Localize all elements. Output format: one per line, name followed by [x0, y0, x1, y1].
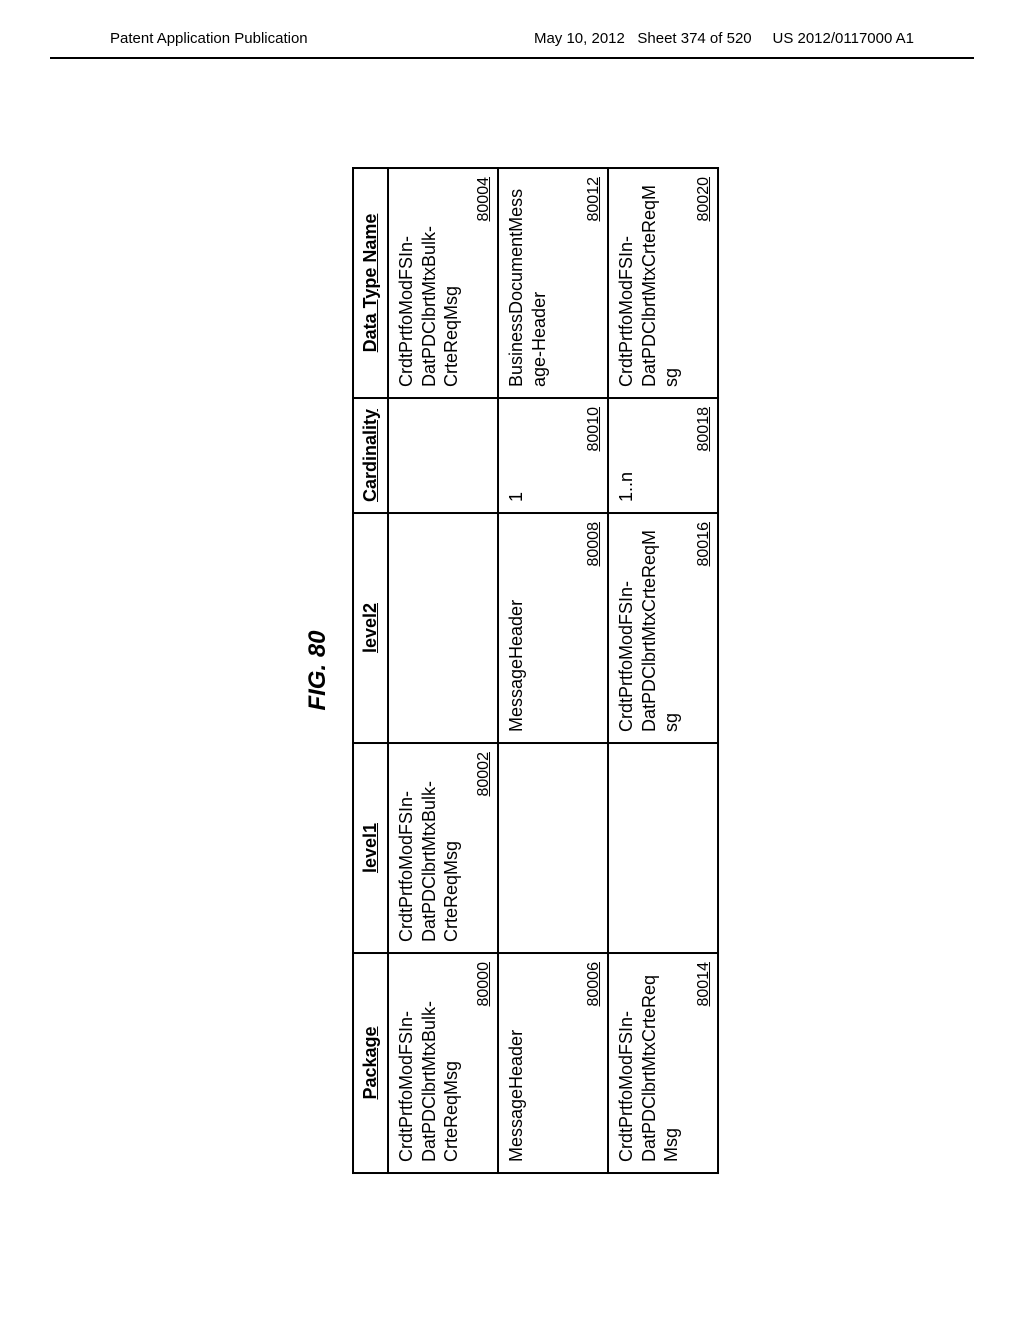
col-header-datatype: Data Type Name — [354, 167, 389, 397]
col-header-cardinality: Cardinality — [354, 397, 389, 512]
cell-text: BusinessDocumentMessage-Header — [506, 178, 551, 386]
cell-ref: 80002 — [476, 752, 494, 797]
cell-cardinality — [389, 397, 499, 512]
cell-package: CrdtPrtfoModFSIn-DatPDClbrtMtxCrteReq Ms… — [609, 953, 719, 1173]
cell-ref: 80014 — [696, 962, 714, 1007]
cell-ref: 80018 — [696, 406, 714, 451]
figure-title: FIG. 80 — [305, 166, 333, 1173]
publication-label: Patent Application Publication — [110, 30, 308, 47]
cell-cardinality: 1 80010 — [499, 397, 609, 512]
cell-text: CrdtPrtfoModFSIn-DatPDClbrtMtxCrteReqMsg — [616, 524, 684, 732]
cell-level2: CrdtPrtfoModFSIn-DatPDClbrtMtxCrteReqMsg… — [609, 513, 719, 743]
publication-info: May 10, 2012 Sheet 374 of 520 US 2012/01… — [534, 30, 914, 47]
col-header-level2: level2 — [354, 513, 389, 743]
figure-area: FIG. 80 Package level1 level2 Cardinalit… — [0, 120, 1024, 1220]
cell-ref: 80012 — [586, 176, 604, 221]
cell-package: CrdtPrtfoModFSIn-DatPDClbrtMtxBulk-CrteR… — [389, 953, 499, 1173]
cell-datatype: BusinessDocumentMessage-Header 80012 — [499, 167, 609, 397]
cell-datatype: CrdtPrtfoModFSIn-DatPDClbrtMtxBulk-CrteR… — [389, 167, 499, 397]
cell-datatype: CrdtPrtfoModFSIn-DatPDClbrtMtxCrteReqMsg… — [609, 167, 719, 397]
cell-text: CrdtPrtfoModFSIn-DatPDClbrtMtxBulk-CrteR… — [396, 964, 464, 1162]
table-row: MessageHeader 80006 MessageHeader 80008 … — [499, 167, 609, 1172]
cell-ref: 80004 — [476, 176, 494, 221]
table-header-row: Package level1 level2 Cardinality Data T… — [354, 167, 389, 1172]
table-row: CrdtPrtfoModFSIn-DatPDClbrtMtxCrteReq Ms… — [609, 167, 719, 1172]
cell-package: MessageHeader 80006 — [499, 953, 609, 1173]
cell-text: CrdtPrtfoModFSIn-DatPDClbrtMtxBulk-CrteR… — [396, 754, 464, 942]
col-header-level1: level1 — [354, 743, 389, 953]
cell-level1 — [499, 743, 609, 953]
cell-level2 — [389, 513, 499, 743]
cell-ref: 80008 — [586, 522, 604, 567]
cell-ref: 80010 — [586, 406, 604, 451]
cell-text: CrdtPrtfoModFSIn-DatPDClbrtMtxCrteReq Ms… — [616, 964, 684, 1162]
cell-text: MessageHeader — [506, 964, 529, 1162]
cell-level1: CrdtPrtfoModFSIn-DatPDClbrtMtxBulk-CrteR… — [389, 743, 499, 953]
cell-text: MessageHeader — [506, 524, 529, 732]
cell-text: CrdtPrtfoModFSIn-DatPDClbrtMtxBulk-CrteR… — [396, 178, 464, 386]
pub-date: May 10, 2012 — [534, 30, 625, 47]
cell-level1 — [609, 743, 719, 953]
page-header: Patent Application Publication May 10, 2… — [50, 0, 974, 59]
cell-text: 1..n — [616, 408, 639, 501]
cell-ref: 80000 — [476, 962, 494, 1007]
cell-ref: 80020 — [696, 176, 714, 221]
cell-ref: 80016 — [696, 522, 714, 567]
col-header-package: Package — [354, 953, 389, 1173]
cell-ref: 80006 — [586, 962, 604, 1007]
pub-number: US 2012/0117000 A1 — [772, 30, 914, 47]
data-table: Package level1 level2 Cardinality Data T… — [353, 166, 720, 1173]
sheet-number: Sheet 374 of 520 — [637, 30, 751, 47]
table-row: CrdtPrtfoModFSIn-DatPDClbrtMtxBulk-CrteR… — [389, 167, 499, 1172]
cell-text: 1 — [506, 408, 529, 501]
rotated-figure: FIG. 80 Package level1 level2 Cardinalit… — [305, 166, 720, 1173]
cell-cardinality: 1..n 80018 — [609, 397, 719, 512]
cell-text: CrdtPrtfoModFSIn-DatPDClbrtMtxCrteReqMsg — [616, 178, 684, 386]
cell-level2: MessageHeader 80008 — [499, 513, 609, 743]
